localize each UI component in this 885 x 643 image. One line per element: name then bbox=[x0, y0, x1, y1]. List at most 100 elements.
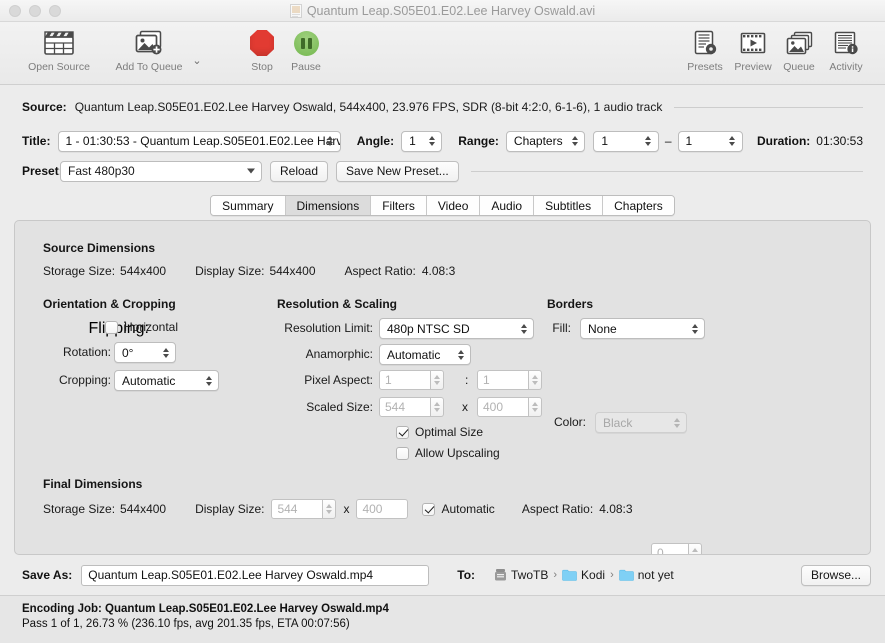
settings-tabbar: Summary Dimensions Filters Video Audio S… bbox=[0, 193, 885, 217]
scaled-width-stepper[interactable]: 544 bbox=[379, 397, 444, 417]
pixel-aspect-den-input[interactable]: 1 bbox=[477, 370, 529, 390]
tabs-group: Summary Dimensions Filters Video Audio S… bbox=[210, 195, 675, 216]
queue-label: Queue bbox=[783, 61, 815, 73]
final-display-height-input[interactable]: 400 bbox=[356, 499, 409, 519]
border-color-value: Black bbox=[603, 415, 633, 430]
range-start-select[interactable]: 1 bbox=[593, 130, 659, 152]
tab-filters[interactable]: Filters bbox=[371, 196, 427, 215]
border-color-select[interactable]: Black bbox=[595, 412, 687, 433]
preset-select[interactable]: Fast 480p30 bbox=[60, 160, 262, 182]
scaled-width-input[interactable]: 544 bbox=[379, 397, 431, 417]
minimize-button[interactable] bbox=[29, 4, 41, 17]
pixel-aspect-label: Pixel Aspect: bbox=[304, 373, 373, 387]
reload-preset-button[interactable]: Reload bbox=[270, 160, 329, 182]
close-button[interactable] bbox=[9, 4, 21, 17]
angle-select[interactable]: 1 bbox=[401, 130, 443, 152]
tab-summary[interactable]: Summary bbox=[211, 196, 286, 215]
tab-dimensions[interactable]: Dimensions bbox=[285, 196, 372, 215]
source-storage-value: 544x400 bbox=[120, 264, 167, 278]
source-aspect-value: 4.08:3 bbox=[421, 264, 456, 278]
checkbox-box bbox=[105, 320, 118, 334]
film-play-icon bbox=[740, 28, 766, 58]
final-display-width-stepper-buttons[interactable] bbox=[323, 499, 337, 519]
pause-label: Pause bbox=[291, 61, 321, 73]
border-top-stepper-buttons[interactable] bbox=[689, 543, 702, 554]
range-type-select[interactable]: Chapters bbox=[505, 130, 586, 152]
destination-breadcrumb: TwoTB › Kodi › not yet bbox=[494, 568, 674, 582]
pixel-aspect-num-input[interactable]: 1 bbox=[379, 370, 431, 390]
anamorphic-select[interactable]: Automatic bbox=[379, 344, 471, 365]
activity-log-icon bbox=[833, 28, 859, 58]
border-top-input[interactable]: 0 bbox=[651, 543, 689, 554]
pixel-aspect-num-stepper[interactable]: 1 bbox=[379, 370, 444, 390]
resolution-heading: Resolution & Scaling bbox=[277, 297, 398, 311]
folder-icon bbox=[618, 569, 634, 581]
updown-arrows-icon bbox=[204, 374, 213, 388]
save-as-input[interactable]: Quantum Leap.S05E01.E02.Lee Harvey Oswal… bbox=[81, 564, 430, 586]
preset-divider bbox=[470, 170, 863, 172]
source-dimensions-heading: Source Dimensions bbox=[43, 241, 156, 255]
orientation-heading: Orientation & Cropping bbox=[43, 297, 176, 311]
tab-video[interactable]: Video bbox=[426, 196, 481, 215]
updown-arrows-icon bbox=[672, 416, 681, 430]
range-end-select[interactable]: 1 bbox=[677, 130, 743, 152]
border-top-stepper[interactable]: 0 bbox=[651, 543, 702, 554]
scaled-height-input[interactable]: 400 bbox=[477, 397, 529, 417]
window-title-text: Quantum Leap.S05E01.E02.Lee Harvey Oswal… bbox=[306, 3, 596, 18]
final-automatic-checkbox[interactable]: Automatic bbox=[422, 502, 495, 516]
queue-button[interactable]: Queue bbox=[777, 28, 821, 73]
add-image-icon bbox=[135, 28, 163, 58]
flipping-horizontal-label: Horizontal bbox=[124, 320, 179, 334]
breadcrumb-item-kodi[interactable]: Kodi bbox=[562, 568, 605, 582]
checkbox-box bbox=[396, 446, 409, 460]
cropping-select[interactable]: Automatic bbox=[114, 370, 219, 391]
optimal-size-checkbox[interactable]: Optimal Size bbox=[396, 425, 483, 439]
maximize-button[interactable] bbox=[49, 4, 61, 17]
breadcrumb-item-notyet[interactable]: not yet bbox=[618, 568, 674, 582]
pixel-aspect-num-stepper-buttons[interactable] bbox=[431, 370, 444, 390]
add-to-queue-button[interactable]: Add To Queue bbox=[104, 28, 194, 73]
breadcrumb-item-drive[interactable]: TwoTB bbox=[494, 568, 548, 582]
source-display-value: 544x400 bbox=[269, 264, 316, 278]
range-start-value: 1 bbox=[601, 134, 609, 148]
pixel-aspect-den-stepper-buttons[interactable] bbox=[529, 370, 542, 390]
range-dash: – bbox=[664, 134, 672, 148]
source-aspect-label: Aspect Ratio: bbox=[344, 264, 416, 278]
rotation-select[interactable]: 0° bbox=[114, 342, 176, 363]
range-end-value: 1 bbox=[685, 134, 693, 148]
flipping-horizontal-checkbox[interactable]: Horizontal bbox=[105, 320, 178, 334]
tab-subtitles[interactable]: Subtitles bbox=[534, 196, 604, 215]
breadcrumb-notyet-label: not yet bbox=[637, 568, 674, 582]
tab-chapters[interactable]: Chapters bbox=[603, 196, 674, 215]
stop-button[interactable]: Stop bbox=[240, 28, 284, 73]
allow-upscaling-checkbox[interactable]: Allow Upscaling bbox=[396, 446, 500, 460]
final-display-label: Display Size: bbox=[195, 502, 265, 516]
final-dimensions-heading: Final Dimensions bbox=[43, 477, 143, 491]
tab-audio[interactable]: Audio bbox=[480, 196, 535, 215]
preview-button[interactable]: Preview bbox=[729, 28, 777, 73]
stacked-images-icon bbox=[786, 28, 813, 58]
scaled-height-stepper-buttons[interactable] bbox=[529, 397, 542, 417]
presets-button[interactable]: Presets bbox=[681, 28, 729, 73]
cropping-label: Cropping: bbox=[58, 373, 111, 387]
resolution-limit-select[interactable]: 480p NTSC SD bbox=[379, 318, 534, 339]
pixel-aspect-den-stepper[interactable]: 1 bbox=[477, 370, 542, 390]
preset-row: Preset: Fast 480p30 Reload Save New Pres… bbox=[22, 159, 863, 183]
checkbox-box bbox=[396, 425, 409, 439]
fill-select[interactable]: None bbox=[580, 318, 705, 339]
final-aspect-label: Aspect Ratio: bbox=[521, 502, 594, 516]
title-select[interactable]: 1 - 01:30:53 - Quantum Leap.S05E01.E02.L… bbox=[57, 130, 341, 152]
pause-button[interactable]: Pause bbox=[284, 28, 328, 73]
browse-button[interactable]: Browse... bbox=[800, 564, 871, 586]
updown-arrows-icon bbox=[427, 134, 436, 148]
chevron-down-icon[interactable]: ⌄ bbox=[190, 54, 204, 67]
scaled-width-stepper-buttons[interactable] bbox=[431, 397, 444, 417]
scaled-height-stepper[interactable]: 400 bbox=[477, 397, 542, 417]
final-display-width-input[interactable]: 544 bbox=[271, 499, 324, 519]
updown-arrows-icon bbox=[161, 346, 170, 360]
activity-button[interactable]: Activity bbox=[821, 28, 871, 73]
final-display-width-stepper[interactable]: 544 bbox=[271, 499, 337, 519]
open-source-button[interactable]: Open Source bbox=[14, 28, 104, 73]
save-new-preset-button[interactable]: Save New Preset... bbox=[336, 160, 459, 182]
preset-label: Preset: bbox=[22, 164, 63, 178]
